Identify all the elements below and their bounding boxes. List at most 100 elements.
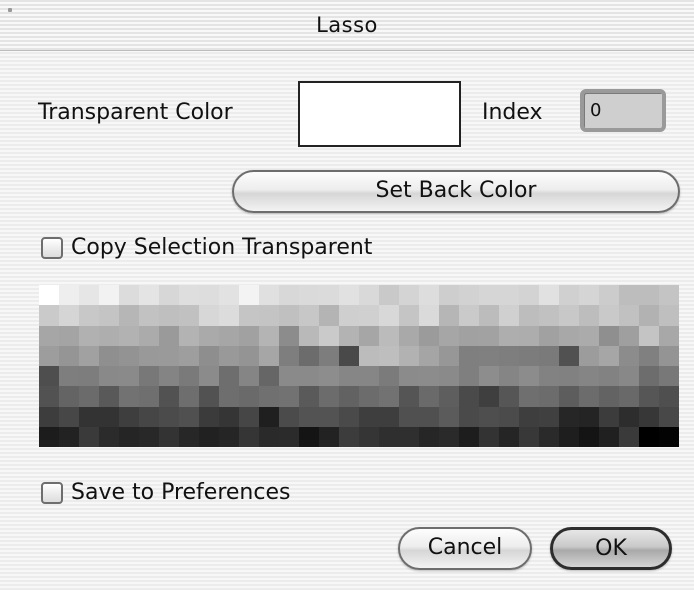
palette-swatch[interactable] <box>79 366 99 387</box>
palette-swatch[interactable] <box>59 406 79 427</box>
palette-swatch[interactable] <box>439 366 459 387</box>
palette-swatch[interactable] <box>119 345 139 366</box>
palette-swatch[interactable] <box>119 305 139 326</box>
palette-swatch[interactable] <box>499 386 519 407</box>
palette-swatch[interactable] <box>359 366 379 387</box>
palette-swatch[interactable] <box>219 325 239 346</box>
palette-swatch[interactable] <box>399 285 419 306</box>
palette-swatch[interactable] <box>359 345 379 366</box>
palette-swatch[interactable] <box>379 305 399 326</box>
palette-swatch[interactable] <box>259 406 279 427</box>
palette-swatch[interactable] <box>599 325 619 346</box>
palette-swatch[interactable] <box>479 345 499 366</box>
palette-swatch[interactable] <box>599 406 619 427</box>
palette-swatch[interactable] <box>179 366 199 387</box>
palette-swatch[interactable] <box>599 366 619 387</box>
palette-swatch[interactable] <box>519 285 539 306</box>
palette-swatch[interactable] <box>619 386 639 407</box>
palette-swatch[interactable] <box>619 305 639 326</box>
palette-swatch[interactable] <box>99 366 119 387</box>
palette-swatch[interactable] <box>179 406 199 427</box>
palette-swatch[interactable] <box>659 426 679 447</box>
palette-swatch[interactable] <box>419 325 439 346</box>
palette-swatch[interactable] <box>239 366 259 387</box>
palette-swatch[interactable] <box>439 285 459 306</box>
palette-swatch[interactable] <box>599 426 619 447</box>
palette-swatch[interactable] <box>379 426 399 447</box>
palette-swatch[interactable] <box>579 426 599 447</box>
palette-swatch[interactable] <box>279 345 299 366</box>
palette-swatch[interactable] <box>279 406 299 427</box>
palette-swatch[interactable] <box>579 366 599 387</box>
palette-swatch[interactable] <box>159 406 179 427</box>
palette-swatch[interactable] <box>239 386 259 407</box>
palette-swatch[interactable] <box>239 325 259 346</box>
palette-swatch[interactable] <box>639 386 659 407</box>
palette-swatch[interactable] <box>359 386 379 407</box>
palette-swatch[interactable] <box>59 366 79 387</box>
palette-swatch[interactable] <box>439 345 459 366</box>
palette-swatch[interactable] <box>639 366 659 387</box>
palette-swatch[interactable] <box>499 305 519 326</box>
palette-swatch[interactable] <box>99 386 119 407</box>
palette-swatch[interactable] <box>359 305 379 326</box>
palette-swatch[interactable] <box>479 386 499 407</box>
palette-swatch[interactable] <box>319 325 339 346</box>
palette-swatch[interactable] <box>499 426 519 447</box>
palette-swatch[interactable] <box>219 426 239 447</box>
palette-swatch[interactable] <box>539 325 559 346</box>
palette-swatch[interactable] <box>299 345 319 366</box>
palette-swatch[interactable] <box>579 345 599 366</box>
palette-swatch[interactable] <box>399 366 419 387</box>
palette-swatch[interactable] <box>399 386 419 407</box>
palette-swatch[interactable] <box>559 345 579 366</box>
transparent-color-swatch[interactable] <box>298 81 461 147</box>
palette-swatch[interactable] <box>579 305 599 326</box>
palette-swatch[interactable] <box>259 426 279 447</box>
palette-swatch[interactable] <box>579 386 599 407</box>
palette-swatch[interactable] <box>259 366 279 387</box>
palette-swatch[interactable] <box>59 426 79 447</box>
palette-swatch[interactable] <box>419 426 439 447</box>
palette-swatch[interactable] <box>319 426 339 447</box>
palette-swatch[interactable] <box>179 345 199 366</box>
palette-swatch[interactable] <box>659 386 679 407</box>
color-palette-grid[interactable] <box>39 285 679 447</box>
palette-swatch[interactable] <box>219 386 239 407</box>
palette-swatch[interactable] <box>59 285 79 306</box>
palette-swatch[interactable] <box>659 345 679 366</box>
palette-swatch[interactable] <box>639 285 659 306</box>
copy-selection-transparent-checkbox[interactable] <box>41 236 63 259</box>
palette-swatch[interactable] <box>319 366 339 387</box>
palette-swatch[interactable] <box>159 386 179 407</box>
palette-swatch[interactable] <box>619 426 639 447</box>
palette-swatch[interactable] <box>619 345 639 366</box>
palette-swatch[interactable] <box>599 345 619 366</box>
palette-swatch[interactable] <box>239 345 259 366</box>
palette-swatch[interactable] <box>359 426 379 447</box>
palette-swatch[interactable] <box>459 426 479 447</box>
palette-swatch[interactable] <box>239 406 259 427</box>
palette-swatch[interactable] <box>559 325 579 346</box>
palette-swatch[interactable] <box>359 406 379 427</box>
palette-swatch[interactable] <box>639 305 659 326</box>
palette-swatch[interactable] <box>639 426 659 447</box>
palette-swatch[interactable] <box>99 325 119 346</box>
palette-swatch[interactable] <box>399 345 419 366</box>
palette-swatch[interactable] <box>159 345 179 366</box>
palette-swatch[interactable] <box>199 325 219 346</box>
palette-swatch[interactable] <box>259 285 279 306</box>
palette-swatch[interactable] <box>279 426 299 447</box>
palette-swatch[interactable] <box>179 305 199 326</box>
palette-swatch[interactable] <box>139 285 159 306</box>
palette-swatch[interactable] <box>299 325 319 346</box>
palette-swatch[interactable] <box>619 406 639 427</box>
palette-swatch[interactable] <box>399 406 419 427</box>
palette-swatch[interactable] <box>99 305 119 326</box>
index-input[interactable] <box>587 96 665 125</box>
palette-swatch[interactable] <box>459 406 479 427</box>
palette-swatch[interactable] <box>79 325 99 346</box>
palette-swatch[interactable] <box>439 325 459 346</box>
palette-swatch[interactable] <box>599 285 619 306</box>
palette-swatch[interactable] <box>39 305 59 326</box>
